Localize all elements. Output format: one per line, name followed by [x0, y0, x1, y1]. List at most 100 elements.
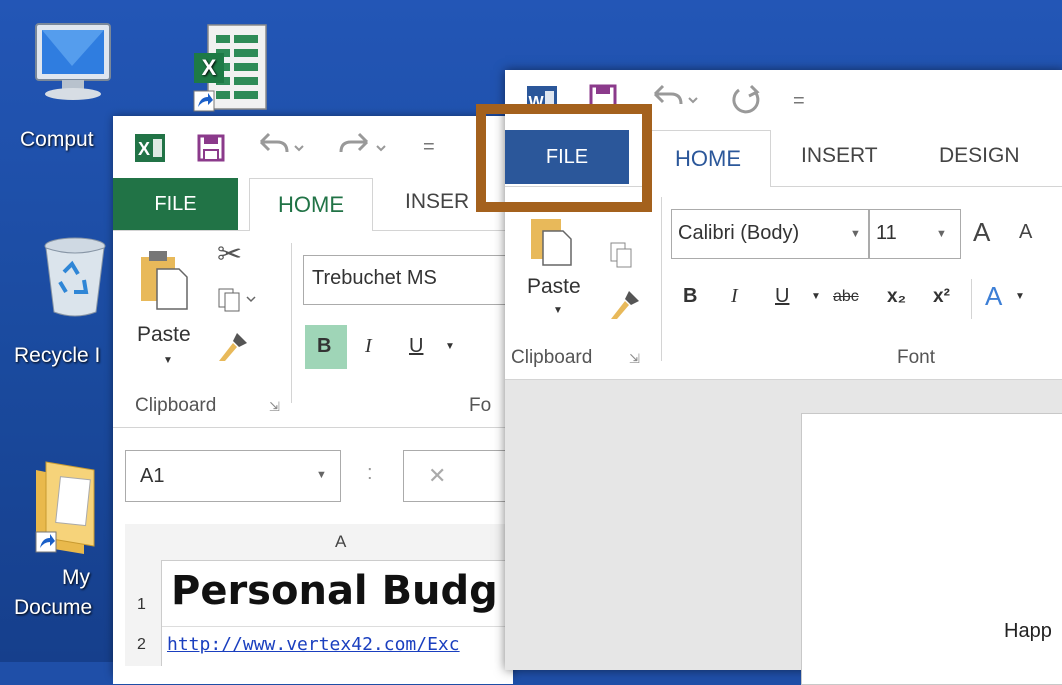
word-font-group-label: Font — [897, 347, 936, 368]
word-font-name: Calibri (Body) — [678, 222, 800, 244]
row-number: 2 — [137, 636, 146, 653]
name-box-dropdown-icon[interactable]: ▼ — [316, 469, 327, 481]
file-tab-highlight — [476, 104, 652, 212]
word-ribbon: Paste ▼ Clipboard ⇲ Calibri (Body) ▼ 11 … — [505, 187, 1062, 380]
redo-icon[interactable] — [337, 132, 387, 162]
undo-icon[interactable] — [255, 132, 305, 162]
format-painter-icon[interactable] — [609, 289, 641, 321]
cell-a1[interactable]: Personal Budg — [161, 560, 513, 627]
excel-font-name: Trebuchet MS — [312, 267, 437, 289]
bold-label: B — [317, 335, 332, 357]
font-name-dropdown-icon[interactable]: ▼ — [850, 228, 861, 240]
row-number: 1 — [137, 596, 146, 613]
word-font-size-box[interactable]: 11 ▼ — [869, 209, 961, 259]
clipboard-group-label: Clipboard — [511, 347, 593, 368]
recycle-bin-desktop-icon[interactable]: Recycle I — [0, 230, 112, 380]
word-document-area: Happ — [505, 380, 1062, 685]
word-ribbon-separator — [661, 197, 662, 361]
copy-icon[interactable] — [609, 241, 635, 269]
excel-formula-bar: A1 ▼ : ✕ — [113, 428, 515, 524]
row-header-1[interactable]: 1 — [125, 560, 162, 626]
column-header-label: A — [335, 532, 347, 551]
document-text: Happ — [1004, 620, 1052, 642]
recycle-bin-icon — [44, 237, 106, 317]
word-bold-button[interactable]: B — [683, 285, 697, 308]
format-painter-icon[interactable] — [217, 331, 249, 363]
recycle-bin-label: Recycle I — [14, 344, 101, 367]
clipboard-dialog-launcher-icon[interactable]: ⇲ — [629, 351, 640, 367]
word-tab-home[interactable]: HOME — [645, 130, 771, 187]
underline-dropdown-icon[interactable]: ▼ — [811, 291, 821, 302]
excel-tab-home[interactable]: HOME — [249, 178, 373, 231]
column-header-a[interactable]: A — [161, 524, 513, 561]
word-underline-button[interactable]: U — [775, 285, 789, 308]
word-tab-design[interactable]: DESIGN — [939, 144, 1020, 168]
customize-toolbar-icon[interactable]: = — [793, 90, 805, 113]
vertex42-link[interactable]: http://www.vertex42.com/Exc — [167, 634, 460, 655]
paste-label[interactable]: Paste — [527, 275, 581, 299]
computer-icon — [35, 23, 111, 100]
paste-dropdown-icon[interactable]: ▼ — [163, 355, 173, 366]
excel-grid: A 1 Personal Budg 2 http://www.vertex42.… — [113, 524, 513, 684]
folder-icon — [35, 461, 95, 554]
shrink-font-button[interactable]: A — [1019, 221, 1032, 244]
excel-font-name-box[interactable]: Trebuchet MS — [303, 255, 513, 305]
budget-title: Personal Budg — [171, 568, 498, 614]
excel-tab-file[interactable]: FILE — [113, 178, 238, 230]
paste-dropdown-icon[interactable]: ▼ — [553, 305, 563, 316]
excel-bold-button[interactable]: B — [305, 325, 347, 369]
excel-underline-button[interactable]: U — [409, 335, 423, 358]
my-documents-label-line1: My — [62, 566, 90, 589]
name-box[interactable]: A1 ▼ — [125, 450, 341, 502]
text-effects-dropdown-icon[interactable]: ▼ — [1015, 291, 1025, 302]
word-font-name-box[interactable]: Calibri (Body) ▼ — [671, 209, 869, 259]
name-box-value: A1 — [140, 465, 165, 487]
word-font-size: 11 — [876, 222, 897, 244]
underline-dropdown-icon[interactable]: ▼ — [445, 341, 455, 352]
word-tab-insert[interactable]: INSERT — [801, 144, 878, 168]
document-page[interactable]: Happ — [801, 413, 1062, 685]
excel-quick-access-toolbar: X = — [113, 116, 513, 178]
paste-icon[interactable] — [139, 249, 189, 311]
formula-bar-buttons: ✕ — [403, 450, 515, 502]
formula-bar-colon: : — [367, 462, 373, 484]
undo-icon[interactable] — [649, 84, 699, 114]
excel-tab-insert[interactable]: INSER — [405, 190, 469, 214]
subscript-button[interactable]: x₂ — [887, 286, 906, 308]
my-documents-desktop-icon[interactable]: My Docume — [0, 450, 112, 630]
customize-toolbar-icon[interactable]: = — [423, 136, 435, 159]
select-all-corner[interactable] — [125, 524, 161, 560]
computer-label: Comput — [20, 128, 94, 151]
font-row-separator — [971, 279, 972, 319]
word-italic-button[interactable]: I — [731, 285, 738, 308]
paste-icon[interactable] — [529, 215, 573, 267]
copy-icon[interactable] — [217, 287, 257, 313]
redo-icon[interactable] — [729, 82, 765, 118]
my-documents-label-line2: Docume — [14, 596, 93, 619]
svg-text:X: X — [202, 55, 217, 80]
computer-desktop-icon[interactable]: Comput — [0, 0, 120, 170]
clipboard-group-label: Clipboard — [135, 395, 217, 416]
excel-window: X = FILE HOME INSER Paste ▼ ✂ Clipboard … — [113, 116, 515, 684]
save-icon[interactable] — [197, 134, 225, 162]
excel-ribbon-separator — [291, 243, 292, 403]
cut-icon[interactable]: ✂ — [217, 237, 242, 272]
grow-font-button[interactable]: A — [973, 217, 990, 248]
row-header-2[interactable]: 2 — [125, 626, 162, 666]
excel-file-icon: X — [193, 24, 267, 112]
excel-ribbon: Paste ▼ ✂ Clipboard ⇲ Trebuchet MS B I U… — [113, 231, 513, 428]
clipboard-dialog-launcher-icon[interactable]: ⇲ — [269, 399, 280, 415]
text-effects-button[interactable]: A — [985, 281, 1002, 312]
strikethrough-button[interactable]: abc — [833, 288, 859, 306]
excel-logo-icon: X — [135, 134, 165, 162]
paste-label[interactable]: Paste — [137, 323, 191, 347]
excel-font-group-label: Fo — [469, 395, 492, 416]
cell-a2[interactable]: http://www.vertex42.com/Exc — [161, 626, 513, 666]
svg-text:X: X — [138, 139, 150, 159]
excel-shortcut-desktop-icon[interactable]: X — [180, 15, 280, 115]
excel-ribbon-tabs: FILE HOME INSER — [113, 178, 513, 231]
excel-italic-button[interactable]: I — [365, 335, 372, 358]
cancel-icon[interactable]: ✕ — [428, 463, 446, 489]
superscript-button[interactable]: x² — [933, 286, 950, 308]
font-size-dropdown-icon[interactable]: ▼ — [936, 228, 947, 240]
